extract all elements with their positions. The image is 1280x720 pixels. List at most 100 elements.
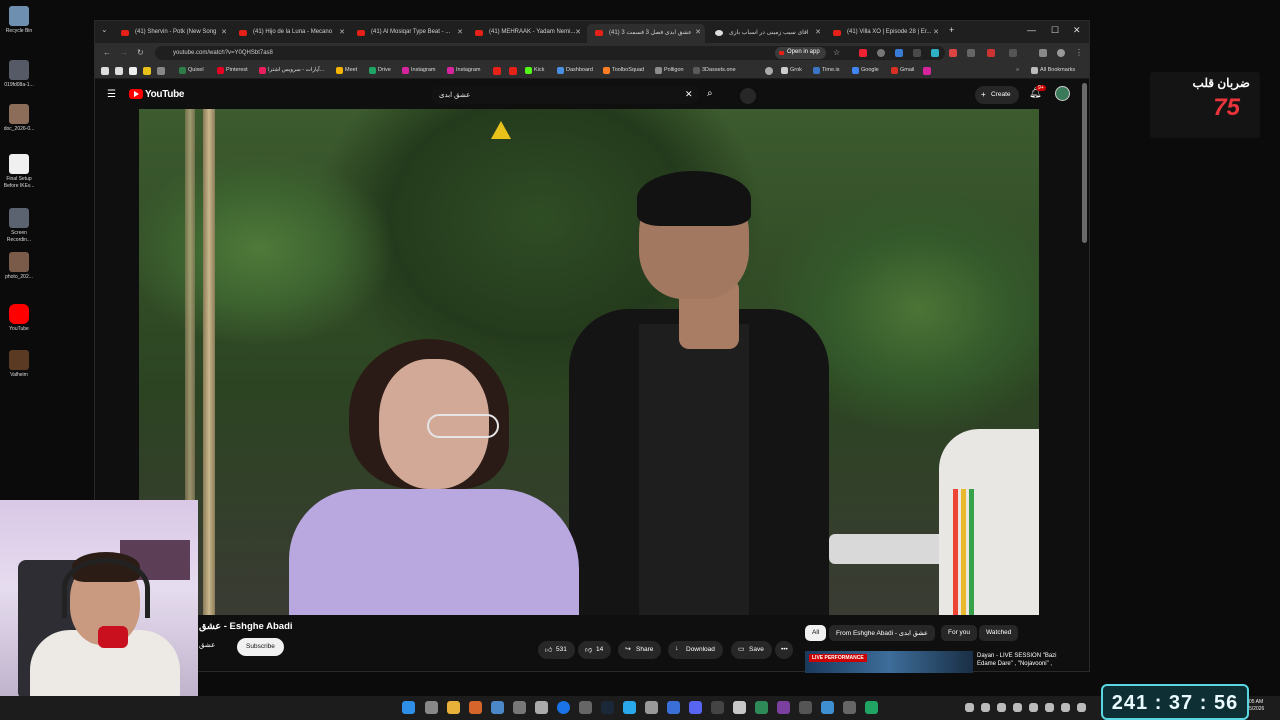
menu-kebab-icon[interactable]: ⋮ [1075, 48, 1083, 57]
browser-tab-active[interactable]: (41) عشق ابدی فصل 3 قسمت 3 ✕ [587, 24, 705, 43]
tray-icon[interactable] [1061, 703, 1070, 712]
instagram-bookmark-icon[interactable] [923, 67, 931, 75]
start-icon[interactable] [402, 701, 415, 714]
bookmark-3dassets[interactable]: 3Dassets.one [693, 67, 736, 74]
app-icon[interactable] [799, 701, 812, 714]
extensions-puzzle-icon[interactable] [967, 49, 975, 57]
close-tab-icon[interactable]: ✕ [221, 28, 227, 36]
extension-icon[interactable] [931, 49, 939, 57]
desktop-icon-setup[interactable]: Final Setup Before IKEv... [2, 154, 36, 190]
extension-icon[interactable] [877, 49, 885, 57]
bookmark-timeis[interactable]: Time.is [813, 67, 840, 74]
clear-search-icon[interactable]: ✕ [685, 89, 693, 100]
youtube-bookmark-icon[interactable] [493, 67, 501, 75]
tray-icon[interactable] [1029, 703, 1038, 712]
app-icon[interactable] [579, 701, 592, 714]
discord-icon[interactable] [689, 701, 702, 714]
tray-icon[interactable] [981, 703, 990, 712]
close-tab-icon[interactable]: ✕ [339, 28, 345, 36]
desktop-icon-doc[interactable]: doc_2026-0... [2, 104, 36, 133]
chip-watched[interactable]: Watched [979, 625, 1019, 641]
page-scrollbar[interactable] [1082, 83, 1087, 243]
subscribe-button[interactable]: Subscribe [237, 638, 284, 656]
app-icon[interactable] [491, 701, 504, 714]
browser-tab[interactable]: (41) Shervin - Potk (New Song ✕ [113, 24, 231, 43]
bookmark-meet[interactable]: Meet [336, 67, 357, 74]
bookmark-icon[interactable] [129, 67, 137, 75]
bookmark-dashboard[interactable]: Dashboard [557, 67, 593, 74]
sidebar-icon[interactable] [1039, 49, 1047, 57]
tray-icon[interactable] [1077, 703, 1086, 712]
like-button[interactable]: 👍︎ 531 [538, 641, 575, 659]
bookmark-google[interactable]: Google [852, 67, 879, 74]
search-icon[interactable] [469, 701, 482, 714]
bookmark-polligon[interactable]: Polligon [655, 67, 684, 74]
tray-icon[interactable] [1045, 703, 1054, 712]
forward-icon[interactable]: → [120, 48, 128, 57]
close-tab-icon[interactable]: ✕ [695, 28, 701, 36]
close-tab-icon[interactable]: ✕ [815, 28, 821, 36]
chip-all[interactable]: All [805, 625, 827, 641]
search-icon[interactable]: ⌕ [707, 88, 713, 99]
recommended-title[interactable]: Dayan - LIVE SESSION "Bazi Edame Dare" ,… [977, 652, 1072, 668]
app-icon[interactable] [821, 701, 834, 714]
chrome-icon[interactable] [557, 701, 570, 714]
tab-search-icon[interactable]: ⌄ [101, 25, 108, 34]
settings-gear-icon[interactable] [513, 701, 526, 714]
bookmark-instagram[interactable]: Instagram [402, 67, 435, 74]
browser-tab[interactable]: (41) MEHRAAK - Yadam Nemi... ✕ [467, 24, 585, 43]
chip-for-you[interactable]: For you [941, 625, 978, 641]
bookmark-icon[interactable] [101, 67, 109, 75]
bookmark-pinterest[interactable]: Pinterest [217, 67, 248, 74]
reload-icon[interactable]: ↻ [137, 48, 144, 57]
extension-icon[interactable] [949, 49, 957, 57]
bookmark-kick[interactable]: Kick [525, 67, 544, 74]
desktop-icon-valheim[interactable]: Valheim [2, 350, 36, 379]
desktop-icon-photo[interactable]: photo_202... [2, 252, 36, 281]
app-icon[interactable] [777, 701, 790, 714]
extension-icon[interactable] [913, 49, 921, 57]
bookmark-icon[interactable] [143, 67, 151, 75]
close-tab-icon[interactable]: ✕ [933, 28, 939, 36]
extension-icon[interactable] [895, 49, 903, 57]
bookmark-drive[interactable]: Drive [369, 67, 391, 74]
url-field[interactable]: youtube.com/watch?v=Y0QHSbt7as8 [155, 46, 945, 60]
bookmark-quixel[interactable]: Quixel [179, 67, 204, 74]
desktop-icon-recycle-bin[interactable]: Recycle Bin [2, 6, 36, 35]
app-icon[interactable] [711, 701, 724, 714]
bookmark-grok[interactable]: Grok [781, 67, 802, 74]
share-button[interactable]: ↪ Share [618, 641, 662, 659]
search-input[interactable]: عشق ابدی [431, 86, 699, 104]
back-icon[interactable]: ← [103, 48, 111, 57]
browser-tab[interactable]: (41) Al Mosiqar Type Beat - ... ✕ [349, 24, 467, 43]
save-button[interactable]: ▭ Save [731, 641, 772, 659]
more-bookmarks-icon[interactable]: » [1007, 67, 1019, 73]
avatar[interactable] [1055, 86, 1070, 101]
tray-icon[interactable] [997, 703, 1006, 712]
new-tab-icon[interactable]: + [949, 25, 954, 35]
bookmark-star-icon[interactable]: ☆ [833, 48, 840, 57]
chip-from-channel[interactable]: From Eshghe Abadi - عشق ابدی [829, 625, 935, 641]
tray-icon[interactable] [1013, 703, 1022, 712]
telegram-icon[interactable] [623, 701, 636, 714]
desktop-icon-file[interactable]: 019fd08a-1... [2, 60, 36, 89]
close-tab-icon[interactable]: ✕ [575, 28, 581, 36]
browser-tab[interactable]: (41) Villa XO | Episode 28 | Er... ✕ [825, 24, 943, 43]
tray-icon[interactable] [965, 703, 974, 712]
microphone-icon[interactable] [740, 88, 756, 104]
extension-icon[interactable] [1009, 49, 1017, 57]
download-button[interactable]: ↓ Download [668, 641, 723, 659]
youtube-bookmark-icon[interactable] [509, 67, 517, 75]
close-window-icon[interactable]: ✕ [1073, 25, 1081, 36]
app-icon[interactable] [865, 701, 878, 714]
video-player[interactable] [139, 109, 1039, 615]
channel-name[interactable]: عشق [199, 641, 215, 649]
file-explorer-icon[interactable] [447, 701, 460, 714]
profile-avatar-icon[interactable] [1057, 49, 1065, 57]
bookmark-gmail[interactable]: Gmail [891, 67, 914, 74]
maximize-icon[interactable]: ☐ [1051, 25, 1059, 36]
app-icon[interactable] [843, 701, 856, 714]
app-icon[interactable] [535, 701, 548, 714]
hamburger-menu-icon[interactable]: ☰ [107, 89, 116, 100]
steam-icon[interactable] [601, 701, 614, 714]
